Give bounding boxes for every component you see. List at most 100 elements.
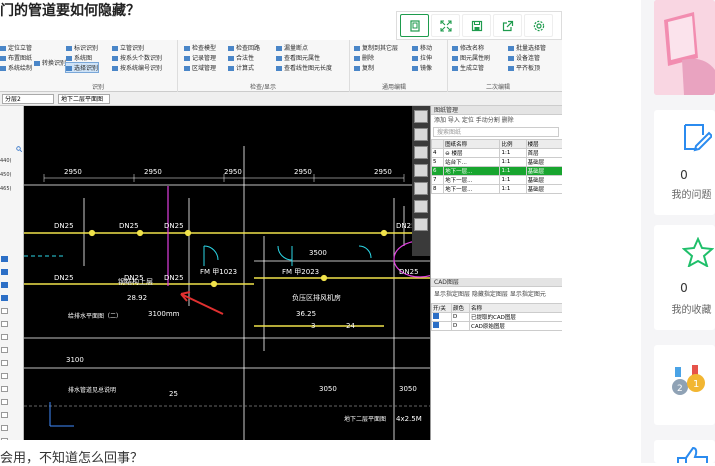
view-tool-icon[interactable] bbox=[414, 182, 428, 195]
ribbon-item[interactable]: 漏量断点 bbox=[276, 43, 308, 52]
view-tool-icon[interactable] bbox=[414, 200, 428, 213]
table-cell: 首层 bbox=[525, 148, 562, 158]
banner-card[interactable] bbox=[654, 0, 715, 95]
favorites-count: 0 bbox=[680, 281, 688, 295]
ribbon-item[interactable]: 设备连管 bbox=[508, 53, 540, 62]
table-row[interactable]: 6 地下一层... 1:1 基础层 bbox=[430, 166, 562, 176]
table-row[interactable]: 5 站台下... 1:1 基础层 bbox=[430, 157, 562, 167]
share-icon[interactable] bbox=[493, 14, 522, 37]
ribbon-item[interactable]: 标识识别 bbox=[66, 43, 98, 52]
layer-checkbox[interactable] bbox=[1, 321, 8, 327]
ribbon-item[interactable]: 拉伸 bbox=[412, 53, 432, 62]
layer-checkbox[interactable] bbox=[1, 438, 8, 440]
convert-detect-button[interactable]: 转换识别 bbox=[34, 58, 66, 67]
layer-toggle-checkbox[interactable] bbox=[431, 312, 452, 322]
layer-checkbox[interactable] bbox=[1, 282, 8, 288]
ribbon-item[interactable]: 批量选择管 bbox=[508, 43, 546, 52]
layer-checkbox[interactable] bbox=[1, 256, 8, 262]
value-label: 3 bbox=[311, 322, 315, 330]
ribbon-item[interactable]: 系统图 bbox=[66, 53, 92, 62]
layer-checkbox[interactable] bbox=[1, 425, 8, 431]
value-label: 4x2.5M bbox=[396, 415, 422, 423]
like-card[interactable] bbox=[654, 440, 715, 463]
layer-checkbox[interactable] bbox=[1, 334, 8, 340]
ribbon-item-selected[interactable]: 选择识别 bbox=[64, 62, 100, 73]
expand-icon[interactable] bbox=[431, 14, 460, 37]
view-tool-icon[interactable] bbox=[414, 146, 428, 159]
questions-count: 0 bbox=[680, 168, 688, 182]
layer-checkbox[interactable] bbox=[1, 373, 8, 379]
cad-drawing-canvas[interactable]: 2950 2950 2950 2950 2950 DN25 DN25 DN25 … bbox=[24, 106, 430, 440]
ribbon-item[interactable]: 检查回路 bbox=[228, 43, 260, 52]
floor-select[interactable]: 分层2 bbox=[2, 94, 54, 104]
group-caption: 识别 bbox=[92, 84, 105, 91]
table-cell: 基础层 bbox=[525, 166, 562, 176]
layer-checkbox[interactable] bbox=[1, 308, 8, 314]
table-cell: 已提取的CAD图层 bbox=[469, 312, 562, 322]
layer-checkbox[interactable] bbox=[1, 412, 8, 418]
panel-toolbar[interactable]: 添加 导入 定位 手动分割 删除 bbox=[431, 116, 562, 126]
view-toolstrip bbox=[412, 106, 430, 256]
view-tool-icon[interactable] bbox=[414, 110, 428, 123]
ribbon-item[interactable]: 合法性 bbox=[228, 53, 254, 62]
layer-checkbox[interactable] bbox=[1, 360, 8, 366]
ribbon-item[interactable]: 图元属性刷 bbox=[452, 53, 490, 62]
medal-card[interactable]: 2 1 bbox=[654, 345, 715, 425]
table-cell: 基础层 bbox=[525, 175, 562, 185]
ribbon-item[interactable]: 区域管理 bbox=[184, 63, 216, 72]
table-row[interactable]: 4 ⊖ 楼层 1:1 首层 bbox=[430, 148, 562, 158]
table-row[interactable]: 7 地下一层... 1:1 基础层 bbox=[430, 175, 562, 185]
layer-checkbox[interactable] bbox=[1, 295, 8, 301]
ribbon-item[interactable]: 布置图纸 bbox=[0, 53, 32, 62]
ribbon-item[interactable]: 立管识别 bbox=[112, 43, 144, 52]
ribbon-item[interactable]: 记录管理 bbox=[184, 53, 216, 62]
layer-checkbox[interactable] bbox=[1, 347, 8, 353]
room-label: FM 甲1023 bbox=[200, 268, 237, 276]
save-icon[interactable] bbox=[462, 14, 491, 37]
view-tool-icon[interactable] bbox=[414, 164, 428, 177]
table-cell: D bbox=[451, 321, 470, 331]
search-icon[interactable] bbox=[0, 146, 23, 154]
right-sidebar: 0 我的问题 0 我的收藏 2 1 bbox=[641, 0, 715, 463]
layer-checkbox[interactable] bbox=[1, 399, 8, 405]
ribbon-item[interactable]: 删除 bbox=[354, 53, 374, 62]
drawing-manager-panel: 图纸管理 添加 导入 定位 手动分割 删除 搜索图纸 图纸名称 比例 楼层 4 ⊖… bbox=[430, 106, 562, 440]
ribbon-item[interactable]: 修改名称 bbox=[452, 43, 484, 52]
ribbon-item[interactable]: 定位立管 bbox=[0, 43, 32, 52]
pipe-label: DN25 bbox=[54, 274, 74, 282]
ribbon-item[interactable]: 生成立管 bbox=[452, 63, 484, 72]
ribbon-group-edit2: 修改名称 图元属性刷 生成立管 批量选择管 设备连管 平齐板顶 二次编辑 bbox=[450, 40, 562, 92]
ribbon-item[interactable]: 按系统编号识别 bbox=[112, 63, 162, 72]
my-favorites-card[interactable]: 0 我的收藏 bbox=[654, 225, 715, 330]
table-cell: 7 bbox=[430, 175, 445, 185]
table-row[interactable]: D 已提取的CAD图层 bbox=[431, 312, 562, 322]
table-row[interactable]: D CAD原始图层 bbox=[431, 321, 562, 331]
layer-toggle-checkbox[interactable] bbox=[431, 321, 452, 331]
view-tool-icon[interactable] bbox=[414, 218, 428, 231]
copy-icon[interactable] bbox=[400, 14, 429, 37]
value-label: 24 bbox=[346, 322, 355, 330]
my-questions-card[interactable]: 0 我的问题 bbox=[654, 110, 715, 215]
ribbon-item[interactable]: 查看图元属性 bbox=[276, 53, 320, 62]
panel-toolbar[interactable]: 显示指定图层 隐藏指定图层 显示指定图元 bbox=[431, 290, 562, 300]
ribbon-item[interactable]: 按系头个数识别 bbox=[112, 53, 162, 62]
ribbon-item[interactable]: 查看线性图元长度 bbox=[276, 63, 332, 72]
layer-select[interactable]: 地下二层平面图 bbox=[58, 94, 110, 104]
ribbon-item[interactable]: 复制 bbox=[354, 63, 374, 72]
ribbon-item[interactable]: 系统绘制 bbox=[0, 63, 32, 72]
ribbon-item[interactable]: 镜像 bbox=[412, 63, 432, 72]
layer-checkbox[interactable] bbox=[1, 386, 8, 392]
ribbon-item[interactable]: 检查模型 bbox=[184, 43, 216, 52]
settings-icon[interactable] bbox=[524, 14, 553, 37]
drawing-search-input[interactable]: 搜索图纸 bbox=[433, 127, 559, 137]
layer-checkbox[interactable] bbox=[1, 269, 8, 275]
ribbon-item[interactable]: 复制到其它层 bbox=[354, 43, 398, 52]
ribbon-item[interactable]: 平齐板顶 bbox=[508, 63, 540, 72]
table-row[interactable]: 8 地下一层... 1:1 基础层 bbox=[430, 184, 562, 194]
ribbon-item[interactable]: 移动 bbox=[412, 43, 432, 52]
view-tool-icon[interactable] bbox=[414, 128, 428, 141]
banner-illustration bbox=[654, 0, 715, 95]
ribbon-item[interactable]: 计算式 bbox=[228, 63, 254, 72]
image-toolbar bbox=[396, 11, 562, 40]
table-cell: ⊖ 楼层 bbox=[443, 148, 501, 158]
